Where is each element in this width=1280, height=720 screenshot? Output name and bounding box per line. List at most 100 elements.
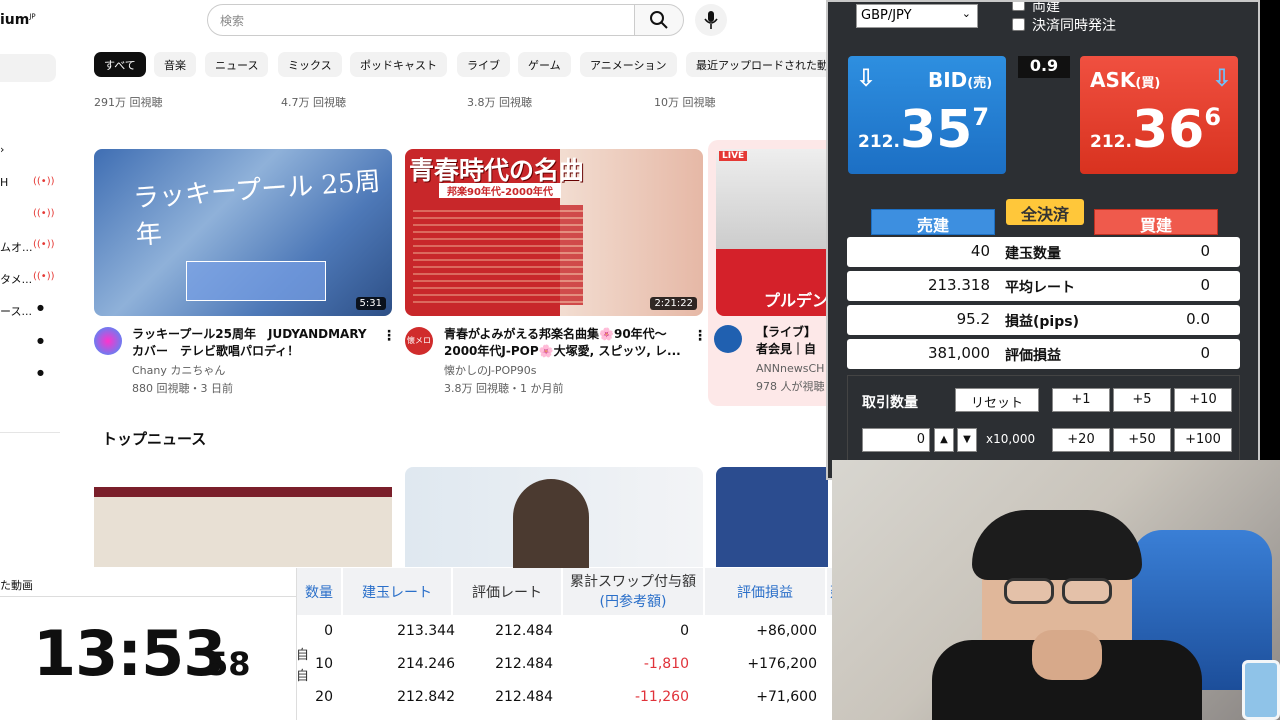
hedge-checkbox[interactable] bbox=[1012, 2, 1025, 11]
more-options-icon[interactable]: ⋮ bbox=[382, 328, 396, 344]
column-header: 累計スワップ付与額 (円参考額) bbox=[563, 568, 703, 615]
currency-pair-select[interactable]: GBP/JPY ⌄ bbox=[856, 4, 978, 28]
channel-name[interactable]: Chany カニちゃん bbox=[132, 362, 225, 379]
simultaneous-order-checkbox[interactable] bbox=[1012, 18, 1025, 31]
person-hand bbox=[1032, 630, 1102, 680]
youtube-logo[interactable]: iumJP bbox=[0, 12, 36, 28]
sell-position-tab[interactable]: 売建 bbox=[871, 209, 995, 235]
ask-label: ASK(買) bbox=[1090, 68, 1161, 92]
view-count: 10万 回視聴 bbox=[654, 96, 716, 109]
spread-value: 0.9 bbox=[1018, 56, 1070, 78]
sidebar-item[interactable]: ース... bbox=[0, 303, 32, 319]
video-thumbnail[interactable]: 青春時代の名曲 邦楽90年代-2000年代 2:21:22 bbox=[405, 149, 703, 316]
sidebar-item[interactable]: H bbox=[0, 176, 8, 189]
view-count: 291万 回視聴 bbox=[94, 96, 163, 109]
video-thumbnail[interactable]: ラッキープール 25周年 5:31 bbox=[94, 149, 392, 316]
person-hair bbox=[972, 510, 1142, 580]
chip-news[interactable]: ニュース bbox=[205, 52, 269, 77]
video-thumbnail[interactable]: LIVE プルデン bbox=[716, 149, 828, 316]
video-title[interactable]: 【ライブ】 者会見｜自 bbox=[756, 324, 816, 358]
chip-podcast[interactable]: ポッドキャスト bbox=[350, 52, 447, 77]
close-all-button[interactable]: 全決済 bbox=[1006, 199, 1084, 225]
add-20-button[interactable]: +20 bbox=[1052, 428, 1110, 452]
chevron-down-icon: ⌄ bbox=[961, 7, 971, 20]
bid-button[interactable]: ⇩ BID(売) 212.357 bbox=[848, 56, 1006, 174]
hedge-label: 両建 bbox=[1032, 0, 1060, 15]
add-50-button[interactable]: +50 bbox=[1113, 428, 1171, 452]
chip-live[interactable]: ライブ bbox=[457, 52, 510, 77]
news-thumbnail[interactable] bbox=[716, 467, 828, 567]
search-button[interactable] bbox=[634, 4, 684, 36]
ask-button[interactable]: ASK(買) ⇩ 212.366 bbox=[1080, 56, 1238, 174]
cell-pl: +71,600 bbox=[756, 689, 817, 705]
cell-eval-rate: 212.484 bbox=[495, 689, 553, 705]
quantity-input[interactable]: 0 bbox=[862, 428, 930, 452]
chip-all[interactable]: すべて bbox=[94, 52, 146, 77]
live-card[interactable]: LIVE プルデン 【ライブ】 者会見｜自 ANNnewsCH 978 人が視聴 bbox=[708, 140, 828, 406]
search-icon bbox=[650, 11, 668, 29]
arrow-down-icon: ⇩ bbox=[856, 64, 877, 92]
dot-icon: ● bbox=[37, 336, 44, 345]
video-title[interactable]: ラッキープール25周年 JUDYANDMARY カバー テレビ歌唱パロディ！ bbox=[132, 326, 372, 360]
reset-button[interactable]: リセット bbox=[955, 388, 1039, 412]
glasses bbox=[1004, 578, 1054, 604]
chip-mix[interactable]: ミックス bbox=[278, 52, 342, 77]
order-quantity-box: 取引数量 リセット +1 +5 +10 0 ▲ ▼ x10,000 +20 +5… bbox=[847, 375, 1240, 467]
news-thumbnail[interactable] bbox=[405, 467, 703, 569]
cell-eval-rate: 212.484 bbox=[495, 623, 553, 639]
bid-price: 212.357 bbox=[858, 100, 990, 160]
sidebar-item[interactable]: た動画 bbox=[0, 577, 33, 593]
add-1-button[interactable]: +1 bbox=[1052, 388, 1110, 412]
view-count: 4.7万 回視聴 bbox=[281, 96, 346, 109]
channel-name[interactable]: ANNnewsCH bbox=[756, 360, 824, 377]
channel-avatar[interactable]: 懐メロ bbox=[405, 327, 433, 355]
ask-price: 212.366 bbox=[1090, 100, 1222, 160]
sidebar-item[interactable]: タメ... bbox=[0, 271, 32, 287]
thumbnail-subtitle: 邦楽90年代-2000年代 bbox=[439, 183, 561, 198]
cell-swap: -1,810 bbox=[643, 656, 689, 672]
person-image bbox=[513, 479, 589, 569]
quantity-label: 取引数量 bbox=[862, 395, 918, 411]
section-title: トップニュース bbox=[102, 430, 207, 448]
phone bbox=[1242, 660, 1280, 720]
chevron-right-icon[interactable]: › bbox=[0, 143, 4, 156]
multiplier-label: x10,000 bbox=[986, 432, 1036, 446]
cell-eval-rate: 212.484 bbox=[495, 656, 553, 672]
chip-music[interactable]: 音楽 bbox=[154, 52, 196, 77]
add-10-button[interactable]: +10 bbox=[1174, 388, 1232, 412]
live-badge: LIVE bbox=[719, 151, 748, 161]
video-stats: 978 人が視聴 bbox=[756, 380, 825, 393]
add-5-button[interactable]: +5 bbox=[1113, 388, 1171, 412]
chip-animation[interactable]: アニメーション bbox=[580, 52, 677, 77]
thumbnail-text: ラッキープール 25周年 bbox=[132, 166, 382, 251]
position-qty-row: 40 建玉数量 0 bbox=[847, 237, 1240, 267]
news-thumbnail[interactable] bbox=[94, 467, 392, 567]
sidebar-item[interactable]: ムオ... bbox=[0, 239, 33, 255]
glasses bbox=[1062, 578, 1112, 604]
chip-game[interactable]: ゲーム bbox=[518, 52, 571, 77]
channel-avatar[interactable] bbox=[94, 327, 122, 355]
more-options-icon[interactable]: ⋮ bbox=[693, 328, 707, 344]
video-duration: 2:21:22 bbox=[650, 297, 697, 310]
bid-label: BID(売) bbox=[928, 68, 993, 92]
clock-widget: 13:53 58 bbox=[0, 596, 296, 720]
live-icon: ((•)) bbox=[33, 176, 55, 187]
video-title[interactable]: 青春がよみがえる邦楽名曲集🌸90年代〜 2000年代J-POP🌸大塚愛, スピッツ… bbox=[444, 326, 690, 360]
decrement-icon[interactable]: ▼ bbox=[957, 428, 977, 452]
add-100-button[interactable]: +100 bbox=[1174, 428, 1232, 452]
fx-order-panel: GBP/JPY ⌄ 両建 決済同時発注 ⇩ BID(売) 212.357 0.9 … bbox=[826, 0, 1260, 480]
channel-name[interactable]: 懐かしのJ-POP90s bbox=[444, 362, 536, 379]
video-duration: 5:31 bbox=[355, 297, 386, 310]
channel-avatar[interactable] bbox=[714, 325, 742, 353]
thumbnail-text: プルデン bbox=[764, 291, 828, 310]
tracklist bbox=[413, 205, 583, 305]
increment-icon[interactable]: ▲ bbox=[934, 428, 954, 452]
sidebar-home[interactable] bbox=[0, 54, 56, 82]
cell-pl: +86,000 bbox=[756, 623, 817, 639]
voice-search-button[interactable] bbox=[695, 4, 727, 36]
buy-position-tab[interactable]: 買建 bbox=[1094, 209, 1218, 235]
cell-open-rate: 214.246 bbox=[397, 656, 455, 672]
chip-recent[interactable]: 最近アップロードされた動 bbox=[686, 52, 828, 77]
search-input[interactable]: 検索 bbox=[207, 4, 635, 36]
mic-icon bbox=[704, 11, 718, 29]
